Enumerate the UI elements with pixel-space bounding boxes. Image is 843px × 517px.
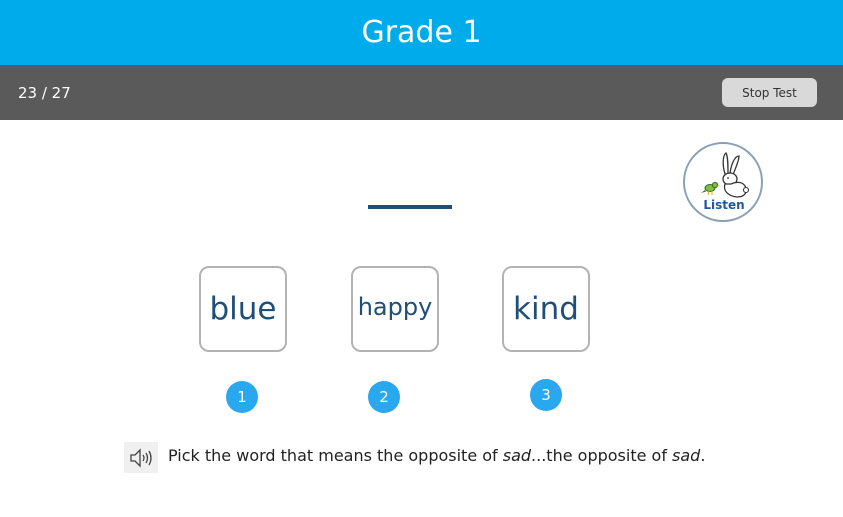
prompt-text: ...the opposite of: [531, 446, 673, 465]
listen-label: Listen: [703, 198, 745, 212]
listen-button[interactable]: Listen: [683, 142, 763, 222]
choice-card-happy[interactable]: happy: [351, 266, 439, 352]
prompt-emphasis: sad: [672, 446, 701, 465]
prompt-text: .: [700, 446, 706, 465]
status-bar: 23 / 27 Stop Test: [0, 65, 843, 120]
choice-word: happy: [357, 293, 433, 321]
answer-blank: [368, 205, 452, 209]
choice-number-1[interactable]: 1: [226, 381, 258, 413]
question-progress: 23 / 27: [18, 84, 71, 102]
speaker-button[interactable]: [124, 442, 158, 473]
stop-test-button[interactable]: Stop Test: [722, 78, 817, 107]
choice-word: blue: [209, 291, 277, 327]
choice-card-kind[interactable]: kind: [502, 266, 590, 352]
speaker-icon: [130, 447, 152, 468]
question-prompt: Pick the word that means the opposite of…: [168, 446, 705, 465]
choice-word: kind: [513, 291, 579, 327]
page-title: Grade 1: [361, 15, 482, 50]
choice-card-blue[interactable]: blue: [199, 266, 287, 352]
top-header: Grade 1: [0, 0, 843, 65]
prompt-text: Pick the word that means the opposite of: [168, 446, 503, 465]
choice-number-3[interactable]: 3: [530, 379, 562, 411]
choice-number-2[interactable]: 2: [368, 381, 400, 413]
prompt-emphasis: sad: [502, 446, 532, 465]
